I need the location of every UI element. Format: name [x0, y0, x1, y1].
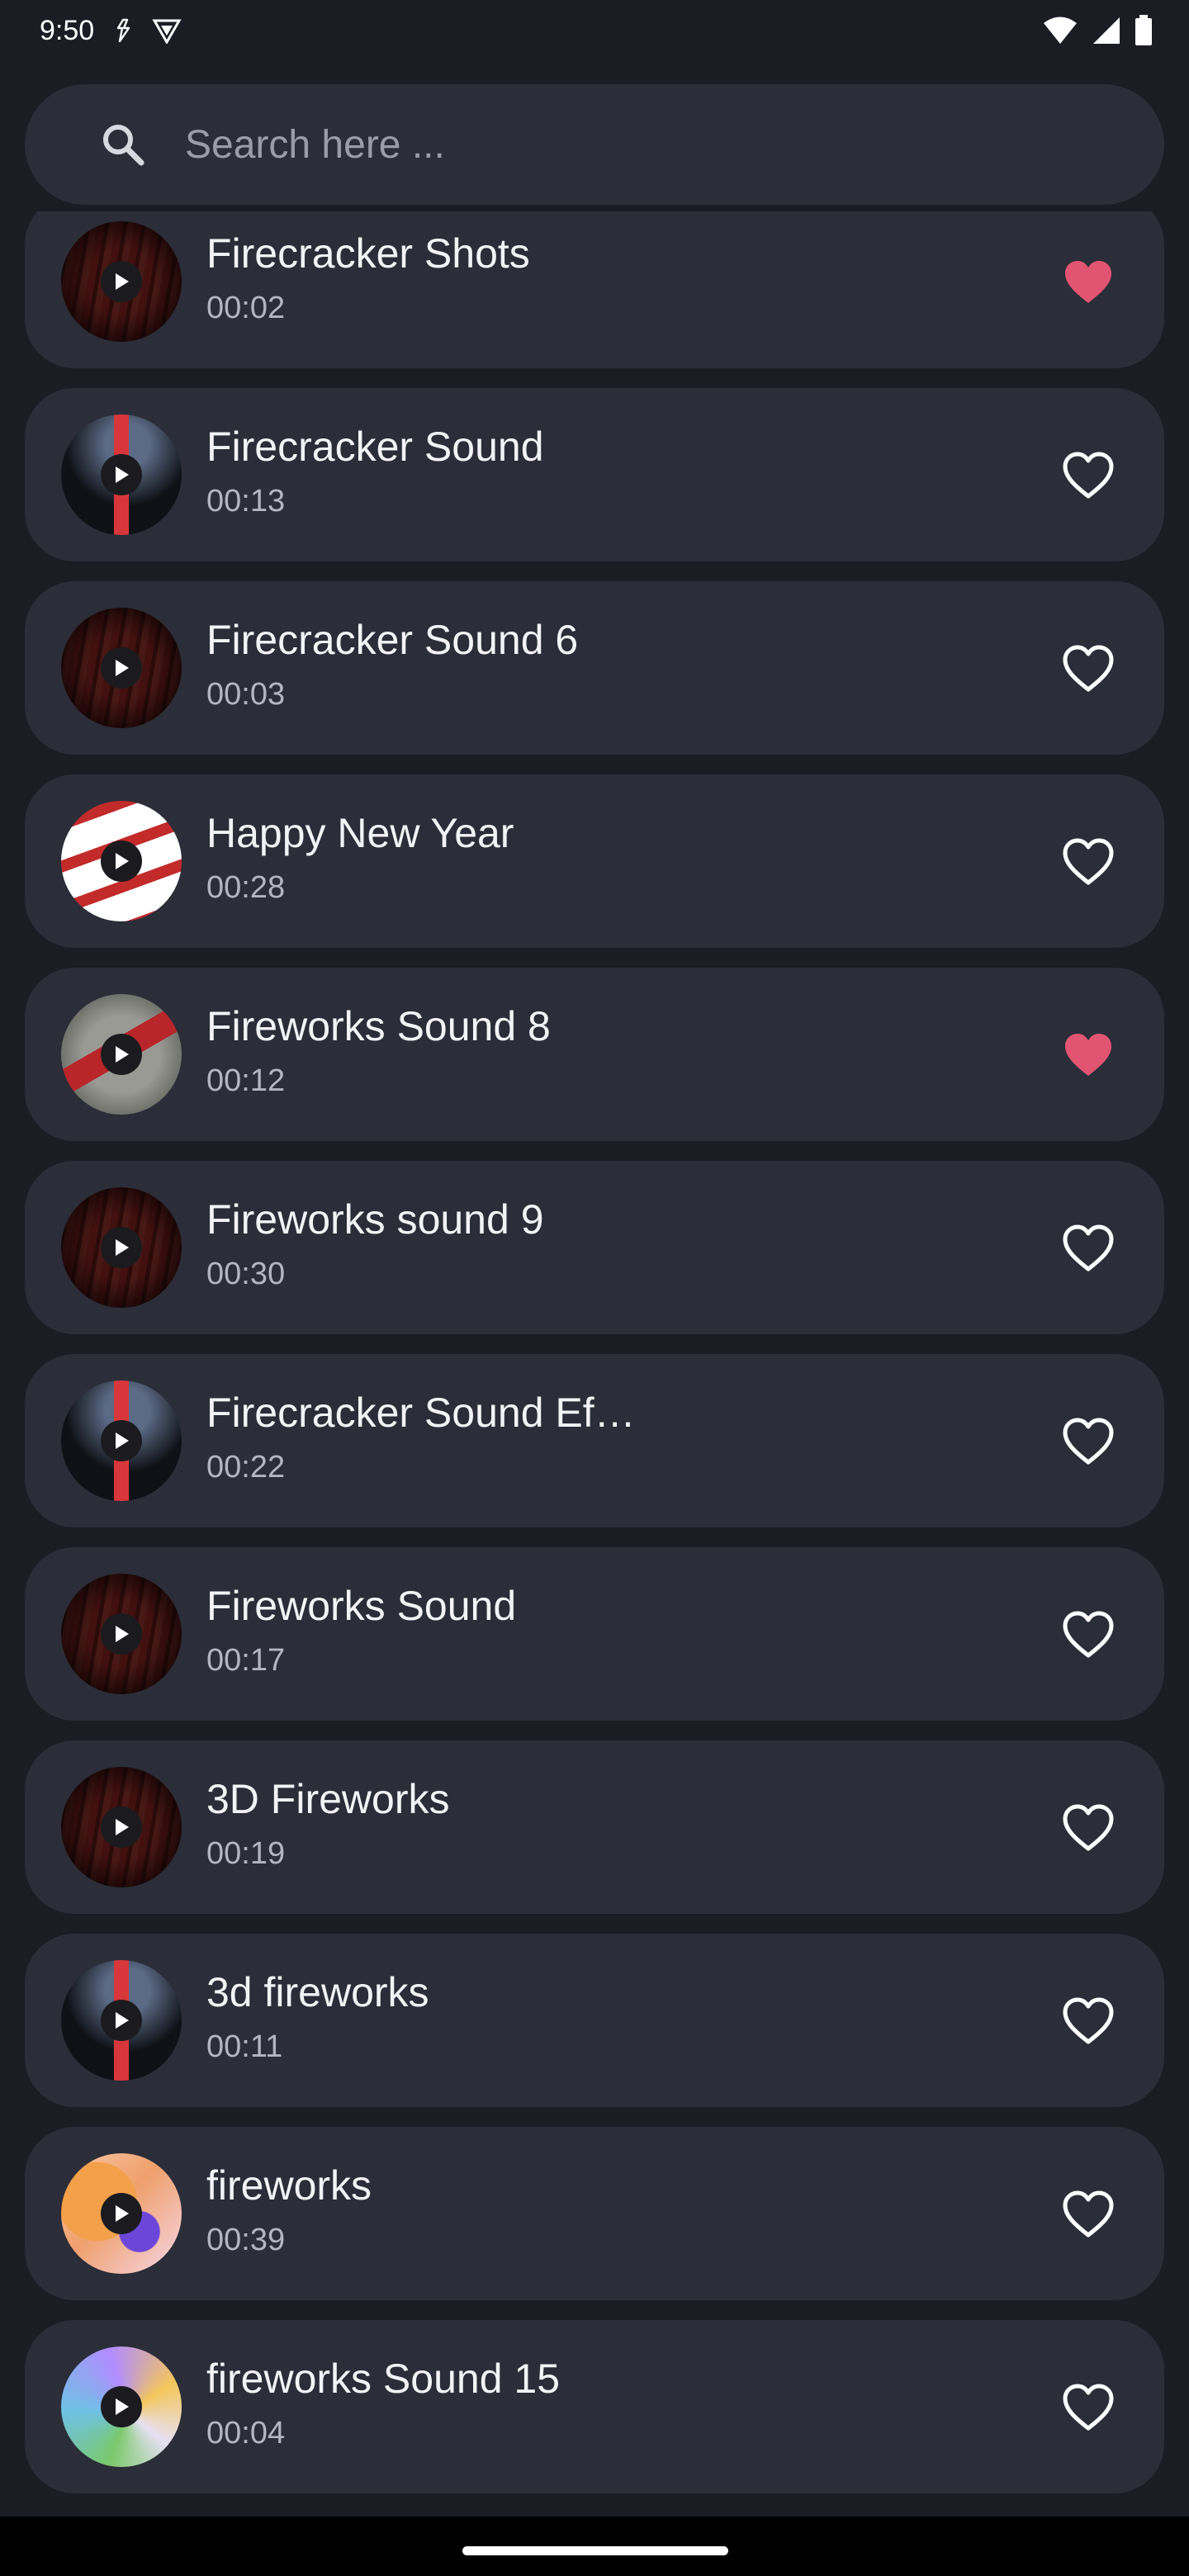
sound-duration: 00:12: [206, 1063, 286, 1098]
home-indicator[interactable]: [462, 2546, 728, 2555]
search-bar[interactable]: [25, 84, 1164, 205]
play-icon[interactable]: [101, 2386, 142, 2427]
search-icon: [103, 125, 144, 166]
data-saver-icon: [116, 18, 130, 43]
vpn-shield-icon: [152, 19, 182, 44]
list-item[interactable]: Happy New Year 00:28: [25, 774, 1164, 948]
list-item[interactable]: Firecracker Sound Ef… 00:22: [25, 1354, 1164, 1527]
list-item[interactable]: Fireworks sound 9 00:30: [25, 1161, 1164, 1334]
sound-list-items: Firecracker Shots 00:02 Firecracker Sound 0…: [25, 211, 1164, 2513]
favorite-outline-icon[interactable]: [1062, 835, 1115, 888]
list-item[interactable]: Firecracker Sound 00:13: [25, 388, 1164, 561]
status-left: 9:50: [40, 15, 182, 47]
sound-duration: 00:28: [206, 870, 286, 905]
play-icon[interactable]: [101, 454, 142, 495]
favorite-outline-icon[interactable]: [1062, 1414, 1115, 1467]
favorite-outline-icon[interactable]: [1062, 642, 1115, 694]
sound-duration: 00:03: [206, 677, 286, 712]
sound-duration: 00:30: [206, 1257, 286, 1291]
play-icon[interactable]: [101, 647, 142, 689]
favorite-outline-icon[interactable]: [1062, 448, 1115, 501]
wifi-icon: [1044, 17, 1077, 44]
play-icon[interactable]: [101, 2193, 142, 2234]
sound-thumbnail[interactable]: [61, 994, 182, 1115]
favorite-filled-icon[interactable]: [1062, 1028, 1115, 1081]
sound-duration: 00:19: [206, 1836, 286, 1871]
sound-duration: 00:13: [206, 484, 286, 519]
sound-thumbnail[interactable]: [61, 1574, 182, 1694]
sound-title: fireworks Sound 15: [206, 2356, 561, 2402]
sound-title: 3d fireworks: [206, 1969, 429, 2015]
list-item[interactable]: Fireworks Sound 8 00:12: [25, 968, 1164, 1141]
favorite-outline-icon[interactable]: [1062, 1801, 1115, 1854]
sound-title: Firecracker Shots: [206, 230, 530, 277]
battery-icon: [1135, 15, 1152, 45]
sound-title: Firecracker Sound 6: [206, 617, 579, 663]
list-item[interactable]: fireworks 00:39: [25, 2127, 1164, 2300]
sound-duration: 00:39: [206, 2223, 286, 2257]
play-icon[interactable]: [101, 2000, 142, 2041]
favorite-outline-icon[interactable]: [1062, 2187, 1115, 2240]
play-icon[interactable]: [101, 841, 142, 882]
sound-title: 3D Fireworks: [206, 1776, 450, 1822]
sound-duration: 00:22: [206, 1450, 286, 1485]
list-item[interactable]: Fireworks Sound 00:17: [25, 1547, 1164, 1721]
sound-duration: 00:17: [206, 1643, 286, 1678]
favorite-filled-icon[interactable]: [1062, 255, 1115, 308]
search-input[interactable]: [183, 121, 1095, 168]
sound-thumbnail[interactable]: [61, 801, 182, 921]
sound-title: Fireworks sound 9: [206, 1196, 544, 1243]
sound-thumbnail[interactable]: [61, 2346, 182, 2467]
sound-thumbnail[interactable]: [61, 2153, 182, 2274]
sound-title: Fireworks Sound 8: [206, 1003, 551, 1049]
status-bar: 9:50: [0, 0, 1189, 61]
favorite-outline-icon[interactable]: [1062, 2380, 1115, 2433]
favorite-outline-icon[interactable]: [1062, 1994, 1115, 2047]
sound-title: Fireworks Sound: [206, 1583, 517, 1629]
play-icon[interactable]: [101, 261, 142, 302]
status-time: 9:50: [40, 14, 95, 46]
sound-thumbnail[interactable]: [61, 414, 182, 535]
sound-title: fireworks: [206, 2162, 372, 2209]
list-item[interactable]: 3D Fireworks 00:19: [25, 1740, 1164, 1914]
list-item[interactable]: Firecracker Shots 00:02: [25, 211, 1164, 368]
sound-title: Happy New Year: [206, 810, 514, 856]
list-item[interactable]: fireworks Sound 15 00:04: [25, 2320, 1164, 2493]
sound-thumbnail[interactable]: [61, 608, 182, 728]
sound-duration: 00:04: [206, 2416, 286, 2451]
sound-duration: 00:02: [206, 291, 286, 325]
sound-list[interactable]: Firecracker Shots 00:02 Firecracker Sound 0…: [0, 211, 1189, 2517]
cellular-signal-icon: [1093, 17, 1120, 44]
sound-thumbnail[interactable]: [61, 1960, 182, 2081]
sound-thumbnail[interactable]: [61, 1767, 182, 1887]
list-item[interactable]: Firecracker Sound 6 00:03: [25, 581, 1164, 755]
favorite-outline-icon[interactable]: [1062, 1221, 1115, 1274]
status-right: [1042, 15, 1153, 46]
sound-thumbnail[interactable]: [61, 1380, 182, 1501]
sound-duration: 00:11: [206, 2029, 283, 2064]
list-item[interactable]: 3d fireworks 00:11: [25, 1934, 1164, 2107]
sound-thumbnail[interactable]: [61, 1187, 182, 1308]
play-icon[interactable]: [101, 1034, 142, 1075]
play-icon[interactable]: [101, 1807, 142, 1848]
sound-thumbnail[interactable]: [61, 221, 182, 342]
sound-title: Firecracker Sound: [206, 424, 544, 470]
favorite-outline-icon[interactable]: [1062, 1608, 1115, 1660]
play-icon[interactable]: [101, 1420, 142, 1461]
sound-title: Firecracker Sound Ef…: [206, 1390, 636, 1436]
play-icon[interactable]: [101, 1613, 142, 1655]
play-icon[interactable]: [101, 1227, 142, 1268]
